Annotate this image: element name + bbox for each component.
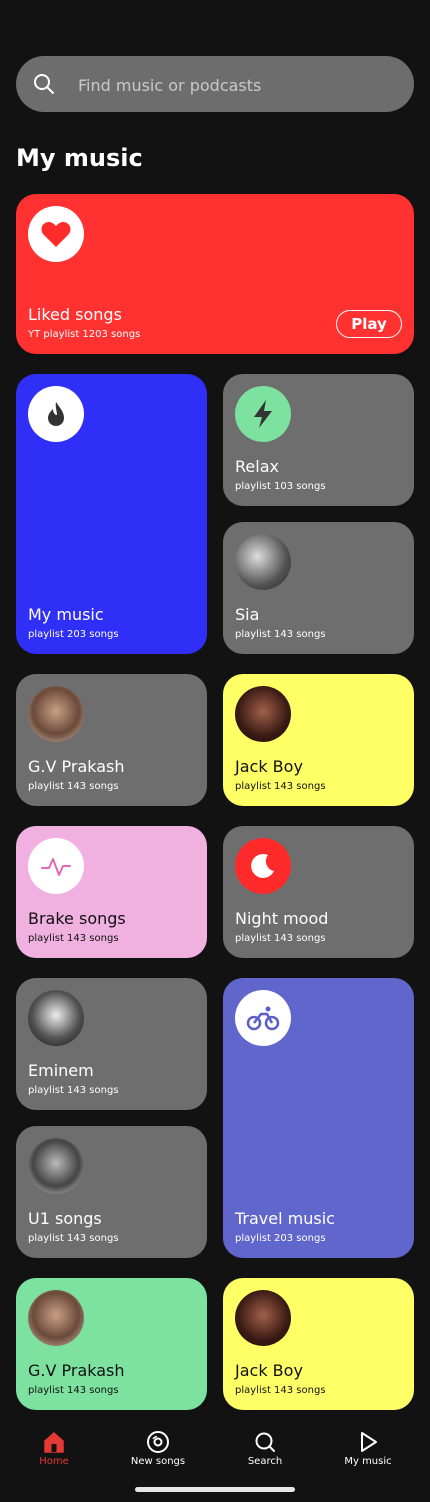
card-gv-prakash[interactable]: G.V Prakash playlist 143 songs: [16, 674, 207, 806]
nav-label: Search: [247, 1456, 283, 1467]
play-icon: [361, 1432, 377, 1452]
card-title: Night mood: [235, 909, 329, 928]
card-subtitle: playlist 203 songs: [28, 629, 119, 640]
card-subtitle: playlist 143 songs: [28, 781, 119, 792]
card-liked-songs[interactable]: Liked songs YT playlist 1203 songs Play: [16, 194, 414, 354]
card-subtitle: playlist 143 songs: [235, 933, 326, 944]
card-title: G.V Prakash: [28, 757, 125, 776]
nav-label: My music: [344, 1456, 392, 1467]
pulse-icon: [28, 838, 84, 894]
card-subtitle: playlist 143 songs: [28, 1233, 119, 1244]
card-subtitle: playlist 103 songs: [235, 481, 326, 492]
card-subtitle: playlist 143 songs: [28, 933, 119, 944]
artist-avatar: [28, 990, 84, 1046]
search-icon: [255, 1432, 275, 1452]
page-title: My music: [16, 144, 143, 172]
vinyl-icon: [147, 1431, 169, 1453]
home-icon: [44, 1432, 64, 1453]
home-indicator: [135, 1487, 295, 1492]
heart-icon: [28, 206, 84, 262]
nav-search[interactable]: Search: [220, 1430, 310, 1467]
search-input[interactable]: [76, 56, 400, 114]
card-jack-boy-2[interactable]: Jack Boy playlist 143 songs: [223, 1278, 414, 1410]
nav-my-music[interactable]: My music: [323, 1430, 413, 1467]
play-button[interactable]: Play: [336, 310, 402, 338]
card-title: Jack Boy: [235, 1361, 303, 1380]
bicycle-icon: [235, 990, 291, 1046]
card-subtitle: playlist 143 songs: [235, 1385, 326, 1396]
nav-label: New songs: [130, 1456, 186, 1467]
nav-new-songs[interactable]: New songs: [113, 1430, 203, 1467]
card-relax[interactable]: Relax playlist 103 songs: [223, 374, 414, 506]
card-gv-prakash-2[interactable]: G.V Prakash playlist 143 songs: [16, 1278, 207, 1410]
flame-icon: [28, 386, 84, 442]
card-sia[interactable]: Sia playlist 143 songs: [223, 522, 414, 654]
card-subtitle: YT playlist 1203 songs: [28, 329, 141, 340]
card-title: Sia: [235, 605, 260, 624]
search-icon: [34, 74, 54, 94]
card-title: U1 songs: [28, 1209, 102, 1228]
artist-avatar: [235, 686, 291, 742]
card-brake-songs[interactable]: Brake songs playlist 143 songs: [16, 826, 207, 958]
card-subtitle: playlist 143 songs: [28, 1385, 119, 1396]
nav-label: Home: [39, 1456, 69, 1467]
card-title: Relax: [235, 457, 279, 476]
nav-home[interactable]: Home: [9, 1430, 99, 1467]
card-title: Liked songs: [28, 305, 122, 324]
artist-avatar: [28, 1290, 84, 1346]
artist-avatar: [28, 1138, 84, 1194]
card-subtitle: playlist 143 songs: [235, 629, 326, 640]
card-title: My music: [28, 605, 104, 624]
card-subtitle: playlist 203 songs: [235, 1233, 326, 1244]
card-eminem[interactable]: Eminem playlist 143 songs: [16, 978, 207, 1110]
card-subtitle: playlist 143 songs: [28, 1085, 119, 1096]
card-jack-boy[interactable]: Jack Boy playlist 143 songs: [223, 674, 414, 806]
card-title: Brake songs: [28, 909, 126, 928]
card-travel-music[interactable]: Travel music playlist 203 songs: [223, 978, 414, 1258]
artist-avatar: [235, 1290, 291, 1346]
card-title: Eminem: [28, 1061, 94, 1080]
card-my-music[interactable]: My music playlist 203 songs: [16, 374, 207, 654]
card-title: G.V Prakash: [28, 1361, 125, 1380]
card-subtitle: playlist 143 songs: [235, 781, 326, 792]
card-title: Travel music: [235, 1209, 335, 1228]
artist-avatar: [28, 686, 84, 742]
card-u1-songs[interactable]: U1 songs playlist 143 songs: [16, 1126, 207, 1258]
bolt-icon: [235, 386, 291, 442]
card-night-mood[interactable]: Night mood playlist 143 songs: [223, 826, 414, 958]
card-title: Jack Boy: [235, 757, 303, 776]
search-bar[interactable]: [16, 56, 414, 114]
moon-icon: [235, 838, 291, 894]
artist-avatar: [235, 534, 291, 590]
